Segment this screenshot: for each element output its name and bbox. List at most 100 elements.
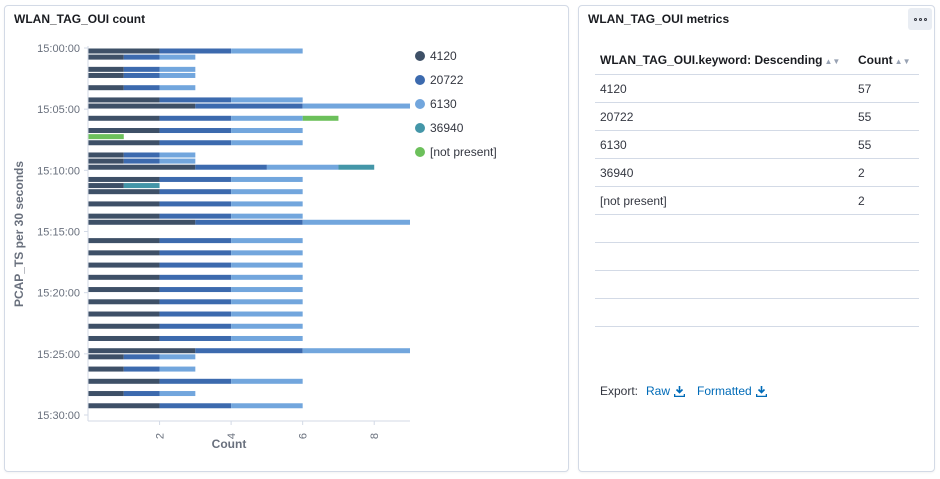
bar-segment [231, 115, 303, 121]
dot-icon [923, 17, 927, 21]
legend-swatch [415, 147, 425, 157]
bar-segment [123, 183, 160, 189]
bar-segment [123, 354, 160, 360]
legend-item[interactable]: [not present] [415, 140, 497, 164]
bar-segment [123, 366, 160, 372]
bar-segment [88, 140, 160, 146]
x-axis-title: Count [212, 437, 247, 451]
bar-segment [88, 213, 160, 219]
bar-segment [88, 85, 124, 91]
cell-count [853, 214, 919, 243]
legend-label: 20722 [430, 73, 464, 87]
panel-options-button[interactable] [908, 8, 932, 30]
legend-item[interactable]: 4120 [415, 44, 497, 68]
bars-layer [88, 48, 410, 409]
bar-segment [159, 262, 232, 268]
legend-swatch [415, 123, 425, 133]
bar-segment [88, 128, 160, 134]
bar-segment [159, 66, 196, 72]
bar-segment [302, 348, 410, 354]
bar-segment [88, 219, 196, 225]
bar-segment [231, 140, 303, 146]
x-tick-label: 2 [154, 433, 166, 439]
legend-swatch [415, 51, 425, 61]
cell-count [853, 298, 919, 327]
bar-segment [231, 238, 303, 244]
y-tick-label: 15:15:00 [37, 227, 80, 239]
sort-icon: ▲▼ [824, 57, 841, 66]
bar-segment [159, 354, 196, 360]
legend-item[interactable]: 20722 [415, 68, 497, 92]
cell-keyword: 20722 [595, 102, 853, 131]
bar-segment [88, 335, 160, 341]
bar-segment [88, 48, 160, 54]
bar-segment [88, 311, 160, 317]
bar-segment [231, 48, 303, 54]
bar-segment [88, 72, 124, 78]
legend-swatch [415, 75, 425, 85]
legend-label: 6130 [430, 97, 457, 111]
bar-segment [231, 250, 303, 256]
bar-segment [231, 299, 303, 305]
cell-keyword: 36940 [595, 158, 853, 187]
bar-segment [159, 97, 232, 103]
export-formatted-link[interactable]: Formatted [697, 384, 767, 398]
cell-count [853, 270, 919, 299]
bar-segment [302, 103, 410, 109]
bar-segment [159, 54, 196, 60]
cell-keyword [595, 214, 853, 243]
bar-segment [88, 54, 124, 60]
bar-segment [123, 152, 160, 158]
y-tick-label: 15:00:00 [37, 43, 80, 55]
table-row: 20722 55 [595, 102, 919, 131]
bar-segment [88, 183, 124, 189]
table-header-row: WLAN_TAG_OUI.keyword: Descending ▲▼ Count… [595, 46, 919, 75]
legend-item[interactable]: 6130 [415, 92, 497, 116]
chart-panel: WLAN_TAG_OUI count 15:00:00 15:05:00 15:10… [4, 5, 569, 472]
y-tick-label: 15:10:00 [37, 165, 80, 177]
bar-segment [88, 366, 124, 372]
bar-segment [266, 164, 339, 170]
bar-segment [159, 335, 232, 341]
y-tick-label: 15:20:00 [37, 288, 80, 300]
bar-segment [88, 378, 160, 384]
cell-keyword: [not present] [595, 186, 853, 215]
bar-segment [159, 48, 232, 54]
bar-segment [231, 189, 303, 195]
bar-segment [159, 311, 232, 317]
bar-segment [159, 176, 232, 182]
bar-segment [88, 238, 160, 244]
bar-segment [231, 287, 303, 293]
column-header-count[interactable]: Count ▲▼ [853, 46, 919, 75]
bar-segment [231, 176, 303, 182]
table-row: 6130 55 [595, 130, 919, 159]
bar-segment [88, 176, 160, 182]
bar-segment [231, 201, 303, 207]
metrics-panel-title: WLAN_TAG_OUI metrics [588, 12, 730, 26]
legend-item[interactable]: 36940 [415, 116, 497, 140]
bar-segment [88, 158, 124, 164]
export-raw-link[interactable]: Raw [646, 384, 686, 398]
export-formatted-label: Formatted [697, 384, 752, 398]
bar-segment [159, 201, 232, 207]
bar-segment [302, 115, 339, 121]
column-header-keyword[interactable]: WLAN_TAG_OUI.keyword: Descending ▲▼ [595, 46, 853, 75]
bar-segment [231, 335, 303, 341]
bar-segment [159, 299, 232, 305]
cell-keyword: 6130 [595, 130, 853, 159]
bar-segment [88, 201, 160, 207]
bar-segment [159, 274, 232, 280]
bar-segment [123, 72, 160, 78]
table-row: 36940 2 [595, 158, 919, 187]
bar-segment [338, 164, 375, 170]
bar-segment [231, 378, 303, 384]
bar-segment [231, 97, 303, 103]
cell-count: 55 [853, 102, 919, 131]
bar-segment [88, 299, 160, 305]
bar-segment [231, 128, 303, 134]
bar-segment [159, 378, 232, 384]
bar-segment [159, 287, 232, 293]
bar-segment [302, 219, 410, 225]
bar-segment [195, 164, 267, 170]
cell-count [853, 242, 919, 271]
